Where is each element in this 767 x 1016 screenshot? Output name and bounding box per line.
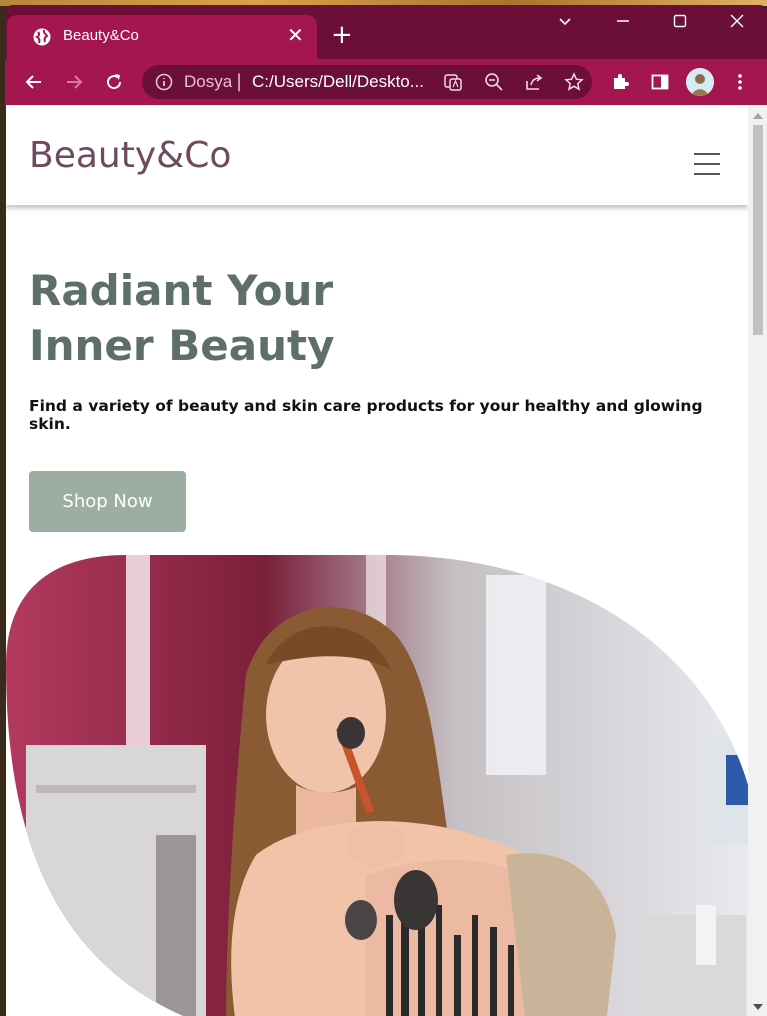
close-window-icon[interactable] xyxy=(729,13,745,33)
bookmark-star-icon[interactable] xyxy=(563,71,585,93)
site-header: Beauty&Co xyxy=(6,105,748,205)
new-tab-button[interactable]: + xyxy=(331,21,353,49)
profile-avatar[interactable] xyxy=(686,68,714,96)
reload-icon[interactable] xyxy=(101,69,127,95)
scrollbar-thumb[interactable] xyxy=(753,125,763,335)
minimize-icon[interactable] xyxy=(615,13,631,33)
share-icon[interactable] xyxy=(523,71,545,93)
browser-toolbar: Dosya | C:/Users/Dell/Deskto... xyxy=(5,59,767,105)
tab-title: Beauty&Co xyxy=(63,27,139,44)
zoom-icon[interactable] xyxy=(483,71,505,93)
page-scrollbar[interactable] xyxy=(748,105,767,1016)
scroll-up-arrow-icon[interactable] xyxy=(753,113,763,119)
back-icon[interactable] xyxy=(21,69,47,95)
info-icon[interactable] xyxy=(154,72,174,96)
tab-search-icon[interactable] xyxy=(557,13,573,33)
translate-icon[interactable] xyxy=(442,71,464,93)
url-text[interactable]: C:/Users/Dell/Deskto... xyxy=(252,72,424,92)
url-scheme-label: Dosya xyxy=(184,72,233,91)
maximize-icon[interactable] xyxy=(672,13,688,33)
side-panel-icon[interactable] xyxy=(647,69,673,95)
tab-close-icon[interactable]: ✕ xyxy=(287,23,304,47)
hero-title-line1: Radiant Your xyxy=(29,266,334,315)
page-viewport: Beauty&Co Radiant Your Inner Beauty Find… xyxy=(6,105,748,1016)
globe-icon xyxy=(33,28,51,46)
url-separator: | xyxy=(236,71,243,92)
forward-icon[interactable] xyxy=(61,69,87,95)
shop-now-button[interactable]: Shop Now xyxy=(29,471,186,532)
extensions-icon[interactable] xyxy=(607,69,633,95)
browser-window: Beauty&Co ✕ + Dosya | C:/Users/Dell/Desk… xyxy=(5,5,767,1016)
scroll-down-arrow-icon[interactable] xyxy=(753,1004,763,1010)
tab-beauty-co[interactable]: Beauty&Co ✕ xyxy=(7,15,317,59)
hero-title-line2: Inner Beauty xyxy=(29,321,335,370)
hero-image xyxy=(6,555,748,1016)
hero-subtitle: Find a variety of beauty and skin care p… xyxy=(29,397,703,433)
menu-dots-icon[interactable] xyxy=(727,69,753,95)
tab-strip: Beauty&Co ✕ + xyxy=(5,5,767,59)
hamburger-menu-icon[interactable] xyxy=(694,153,720,175)
site-logo[interactable]: Beauty&Co xyxy=(29,135,231,176)
address-bar[interactable]: Dosya | C:/Users/Dell/Deskto... xyxy=(142,65,592,99)
hero-title: Radiant Your Inner Beauty xyxy=(29,263,529,373)
